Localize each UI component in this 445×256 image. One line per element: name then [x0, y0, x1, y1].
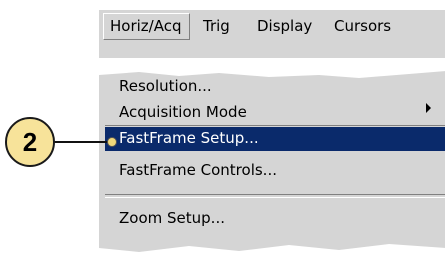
menu-item-zoom-setup[interactable]: Zoom Setup... — [119, 209, 225, 227]
menu-display[interactable]: Display — [257, 17, 312, 35]
menu-item-acquisition-mode[interactable]: Acquisition Mode — [119, 103, 247, 121]
horiz-acq-dropdown: Resolution... Acquisition Mode FastFrame… — [98, 68, 445, 256]
callout-leader-line — [54, 141, 110, 143]
menu-item-label: FastFrame Setup... — [119, 129, 259, 147]
menu-horiz-acq[interactable]: Horiz/Acq — [103, 13, 191, 40]
callout-pointer-dot — [107, 137, 117, 147]
menu-bar: Horiz/Acq Trig Display Cursors — [98, 0, 445, 58]
menu-item-resolution[interactable]: Resolution... — [119, 77, 212, 95]
submenu-arrow-icon — [426, 103, 431, 113]
menu-item-fastframe-controls[interactable]: FastFrame Controls... — [119, 161, 277, 179]
torn-edge-bottom — [99, 244, 445, 256]
menu-separator — [105, 194, 445, 198]
menu-item-fastframe-setup[interactable]: FastFrame Setup... — [105, 127, 445, 151]
torn-edge-top — [99, 0, 445, 10]
step-callout-badge: 2 — [5, 117, 55, 167]
menu-trig[interactable]: Trig — [203, 17, 230, 35]
menu-cursors[interactable]: Cursors — [334, 17, 391, 35]
